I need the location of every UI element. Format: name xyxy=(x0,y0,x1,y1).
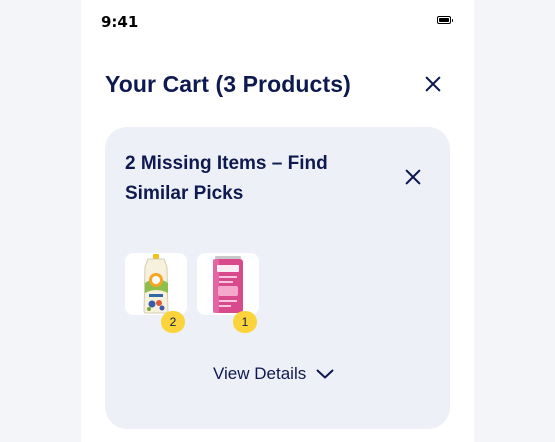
battery-icon xyxy=(437,16,453,24)
pouch-image xyxy=(143,254,169,314)
chevron-down-icon xyxy=(316,369,334,379)
product-thumbnail-pouch[interactable] xyxy=(125,253,187,315)
view-details-label: View Details xyxy=(213,364,307,383)
page-title: Your Cart (3 Products) xyxy=(105,71,351,97)
view-details-button[interactable]: View Details xyxy=(213,359,334,389)
phone-screen: 9:41 Your Cart (3 Products) 2 Missing It… xyxy=(81,0,474,442)
quantity-badge: 1 xyxy=(233,311,257,333)
missing-items-title: 2 Missing Items – Find Similar Picks xyxy=(125,153,328,204)
status-time: 9:41 xyxy=(101,13,139,31)
missing-items-card: 2 Missing Items – Find Similar Picks 2 1… xyxy=(105,127,450,429)
product-thumbnail-can[interactable] xyxy=(197,253,259,315)
dismiss-card-button[interactable] xyxy=(403,167,423,187)
soda-can-image xyxy=(213,256,243,313)
quantity-badge: 2 xyxy=(161,311,185,333)
close-cart-button[interactable] xyxy=(423,74,443,94)
